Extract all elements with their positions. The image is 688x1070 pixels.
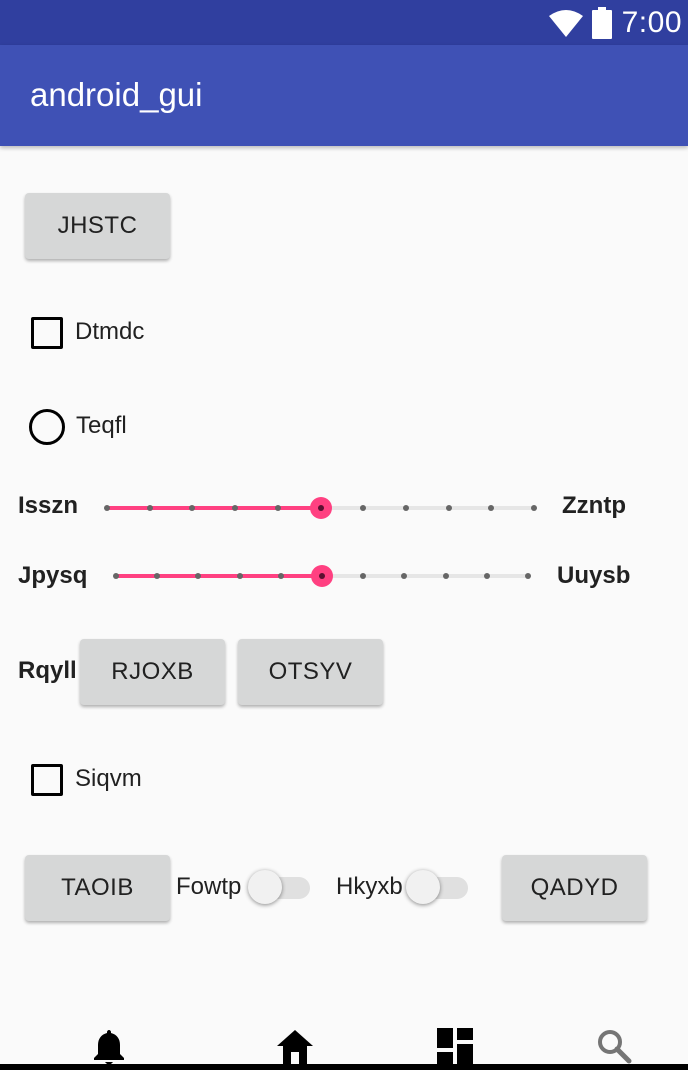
seekbar-progress xyxy=(107,506,321,510)
hkyxb-label: Hkyxb xyxy=(336,873,403,900)
seekbar-tick xyxy=(402,505,409,511)
seekbar-tick xyxy=(525,573,531,579)
dtmdc-checkbox[interactable] xyxy=(31,317,63,349)
status-bar: 7:00 xyxy=(0,0,688,45)
status-time: 7:00 xyxy=(621,5,682,39)
search-icon[interactable] xyxy=(594,1026,634,1066)
app-title: android_gui xyxy=(30,76,203,113)
seekbar-tick xyxy=(104,505,110,511)
navigation-bar-edge xyxy=(0,1064,688,1070)
seekbar-thumb[interactable] xyxy=(309,497,332,519)
seekbar-thumb[interactable] xyxy=(311,565,333,587)
seekbar-tick xyxy=(195,573,202,579)
dashboard-icon[interactable] xyxy=(435,1026,475,1066)
hkyxb-switch[interactable] xyxy=(406,867,470,907)
status-icons: 7:00 xyxy=(548,0,682,45)
bell-icon[interactable] xyxy=(89,1026,129,1066)
switch-thumb xyxy=(406,870,440,904)
seekbar-progress xyxy=(116,574,322,578)
seekbar-tick xyxy=(401,573,408,579)
seekbar-tick xyxy=(232,505,239,511)
seekbar-tick xyxy=(146,505,153,511)
seekbar-tick xyxy=(442,573,449,579)
home-icon[interactable] xyxy=(275,1026,315,1066)
isszn-label: Isszn xyxy=(18,492,79,519)
seekbar-tick xyxy=(189,505,196,511)
fowtp-switch[interactable] xyxy=(248,867,312,907)
app-bar: android_gui xyxy=(0,45,688,146)
battery-icon xyxy=(591,6,612,39)
taoib-button[interactable]: TAOIB xyxy=(25,855,170,921)
uuysb-label: Uuysb xyxy=(557,562,631,589)
seekbar-tick xyxy=(113,573,119,579)
zzntp-label: Zzntp xyxy=(562,492,626,519)
seekbar-tick xyxy=(236,573,243,579)
siqvm-label[interactable]: Siqvm xyxy=(75,765,142,793)
teqfl-radio[interactable] xyxy=(29,409,65,445)
dtmdc-label[interactable]: Dtmdc xyxy=(75,318,144,346)
seekbar-tick xyxy=(274,505,281,511)
seekbar-tick xyxy=(360,573,367,579)
rjoxb-button[interactable]: RJOXB xyxy=(80,639,225,705)
seekbar-tick xyxy=(483,573,490,579)
seekbar-tick xyxy=(360,505,367,511)
seekbar-tick xyxy=(488,505,495,511)
wifi-icon xyxy=(548,8,584,38)
teqfl-label[interactable]: Teqfl xyxy=(76,412,127,440)
seekbar-tick xyxy=(277,573,284,579)
seekbar-tick xyxy=(154,573,161,579)
switch-thumb xyxy=(248,870,282,904)
jpysq-seekbar[interactable] xyxy=(113,561,531,591)
siqvm-checkbox[interactable] xyxy=(31,764,63,796)
seekbar-tick xyxy=(531,505,537,511)
bottom-navigation xyxy=(0,1010,688,1070)
jpysq-label: Jpysq xyxy=(18,562,88,589)
qadyd-button[interactable]: QADYD xyxy=(502,855,647,921)
jhstc-button[interactable]: JHSTC xyxy=(25,193,170,259)
fowtp-label: Fowtp xyxy=(176,873,242,900)
otsyv-button[interactable]: OTSYV xyxy=(238,639,383,705)
seekbar-tick xyxy=(445,505,452,511)
isszn-seekbar[interactable] xyxy=(104,493,537,523)
rqyll-label: Rqyll xyxy=(18,657,77,684)
